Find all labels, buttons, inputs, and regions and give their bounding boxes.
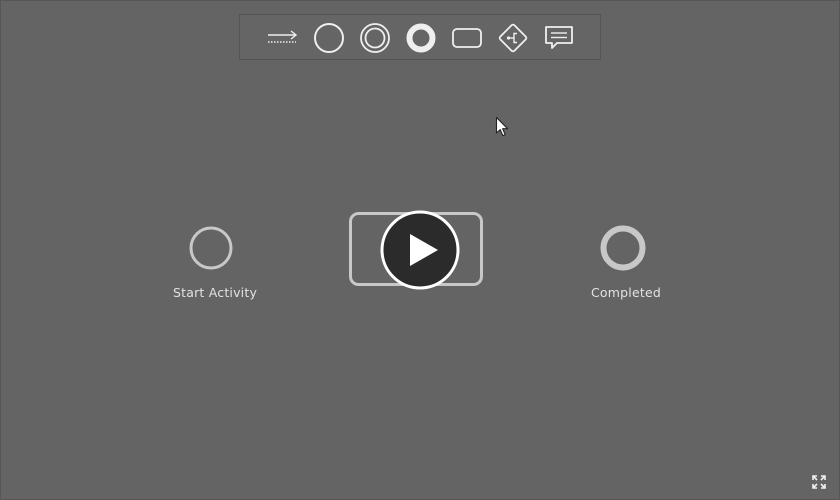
start-event-label: Start Activity bbox=[173, 285, 258, 300]
end-event-thick-circle-icon bbox=[406, 23, 436, 53]
intermediate-event-double-circle-icon bbox=[360, 23, 390, 53]
annotation-comment-icon bbox=[545, 26, 573, 49]
task-tool[interactable] bbox=[450, 21, 484, 55]
intermediate-event-tool[interactable] bbox=[358, 21, 392, 55]
start-event-node[interactable] bbox=[189, 226, 233, 270]
process-canvas[interactable]: Start Activity Completed bbox=[0, 0, 840, 500]
sequence-flow-arrow-icon bbox=[268, 30, 298, 43]
end-event-tool[interactable] bbox=[404, 21, 438, 55]
task-rounded-rectangle-icon bbox=[452, 28, 482, 48]
gateway-diamond-icon bbox=[498, 23, 528, 53]
mouse-pointer-icon bbox=[495, 116, 509, 137]
play-button[interactable] bbox=[380, 210, 460, 290]
start-event-circle-icon bbox=[314, 23, 344, 53]
sequence-flow-tool[interactable] bbox=[266, 21, 300, 55]
end-event-node[interactable] bbox=[599, 224, 647, 272]
end-event-label: Completed bbox=[591, 285, 661, 300]
gateway-tool[interactable] bbox=[496, 21, 530, 55]
shape-palette-toolbar bbox=[239, 14, 601, 60]
start-event-tool[interactable] bbox=[312, 21, 346, 55]
fullscreen-expand-icon[interactable] bbox=[812, 475, 826, 489]
annotation-tool[interactable] bbox=[542, 21, 576, 55]
